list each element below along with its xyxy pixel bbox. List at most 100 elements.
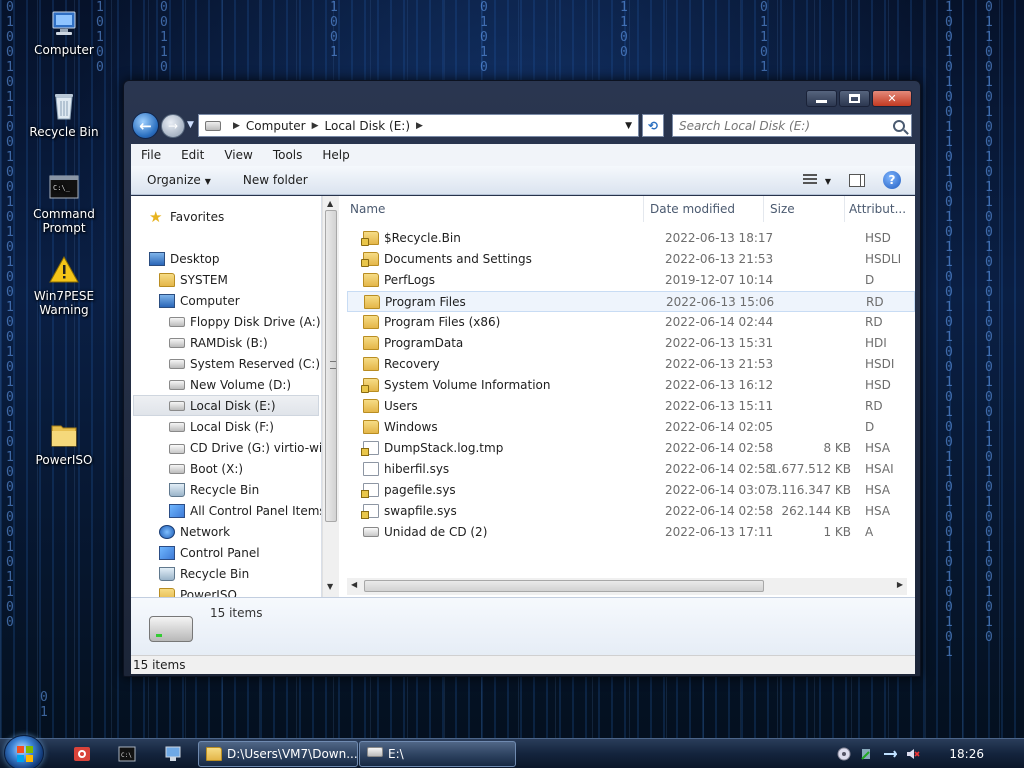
organize-button[interactable]: Organize ▼ [131,173,227,187]
file-row[interactable]: Program Files (x86) 2022-06-14 02:44 RD [347,312,915,333]
nav-drive-d[interactable]: New Volume (D:) [169,374,291,395]
desktop-icon-command-prompt[interactable]: C:\_ Command Prompt [14,172,114,235]
chevron-down-icon: ▼ [824,177,831,186]
menu-file[interactable]: File [131,148,171,162]
forward-button[interactable]: → [161,114,185,138]
nav-drive-g[interactable]: CD Drive (G:) virtio-win- [169,437,321,458]
file-row[interactable]: hiberfil.sys 2022-06-14 02:58 1.677.512 KB… [347,459,915,480]
scroll-right-icon[interactable]: ▶ [897,580,903,589]
nav-poweriso[interactable]: PowerISO [159,584,237,597]
menu-help[interactable]: Help [312,148,359,162]
search-input[interactable] [679,118,893,133]
nav-desktop[interactable]: Desktop [149,248,220,269]
safely-remove-hardware-icon[interactable] [859,747,873,761]
desktop-icon-warning[interactable]: Win7PESE Warning [14,254,114,317]
chevron-down-icon: ▼ [204,177,211,186]
file-row[interactable]: Recovery 2022-06-13 21:53 HSDI [347,354,915,375]
nav-drive-f[interactable]: Local Disk (F:) [169,416,274,437]
file-row[interactable]: Unidad de CD (2) 2022-06-13 17:11 1 KB A [347,522,915,543]
nav-drive-e[interactable]: Local Disk (E:) [133,395,319,416]
details-item-count: 15 items [210,606,263,620]
desktop-icon-poweriso[interactable]: PowerISO [14,418,114,467]
help-icon[interactable]: ? [883,171,901,189]
minimize-button[interactable] [806,90,837,107]
file-row[interactable]: $Recycle.Bin 2022-06-13 18:17 HSD [347,228,915,249]
nav-computer-recycle-bin[interactable]: Recycle Bin [169,479,259,500]
organize-label: Organize [147,173,201,187]
file-row[interactable]: Program Files 2022-06-13 15:06 RD [347,291,915,312]
change-view-button[interactable]: ▼ [803,173,831,187]
menu-view[interactable]: View [214,148,262,162]
column-header-name[interactable]: Name ^ [347,196,644,222]
search-box[interactable] [672,114,912,137]
desktop-icon-computer[interactable]: Computer [14,8,114,57]
close-button[interactable]: ✕ [872,90,912,107]
file-name: Unidad de CD (2) [384,525,488,539]
file-name: Documents and Settings [384,252,532,266]
back-button[interactable]: ← [132,112,159,139]
scrollbar-thumb[interactable] [325,210,337,522]
new-folder-label: New folder [242,173,308,187]
clock[interactable]: 18:26 [949,747,984,761]
preview-pane-button[interactable] [849,173,865,187]
column-header-size[interactable]: Size [767,196,845,222]
maximize-button[interactable] [839,90,870,107]
nav-drive-a[interactable]: Floppy Disk Drive (A:) [169,311,321,332]
file-attributes: HSAI [865,462,894,476]
column-header-attributes[interactable]: Attribut... [846,196,915,222]
scroll-up-icon[interactable]: ▲ [327,199,333,208]
address-bar[interactable]: ▶ Computer ▶ Local Disk (E:) ▶ ▼ [198,114,639,137]
network-tray-icon[interactable] [883,747,897,761]
search-icon[interactable] [893,119,905,132]
new-folder-button[interactable]: New folder [227,173,324,187]
nav-computer[interactable]: Computer [159,290,240,311]
refresh-button[interactable]: ⟲ [642,114,664,137]
scroll-down-icon[interactable]: ▼ [327,582,333,591]
volume-muted-icon[interactable] [906,747,920,761]
nav-drive-x[interactable]: Boot (X:) [169,458,243,479]
chevron-down-icon[interactable]: ▼ [625,121,632,131]
nav-favorites[interactable]: ★ Favorites [149,206,224,227]
file-row[interactable]: System Volume Information 2022-06-13 16:1… [347,375,915,396]
nav-recycle-bin[interactable]: Recycle Bin [159,563,249,584]
file-row[interactable]: PerfLogs 2019-12-07 10:14 D [347,270,915,291]
nav-drive-b[interactable]: RAMDisk (B:) [169,332,268,353]
scrollbar-thumb[interactable] [364,580,764,592]
command-prompt-icon[interactable]: C:\ [118,745,136,763]
network-settings-icon[interactable] [164,745,182,763]
menu-tools[interactable]: Tools [263,148,313,162]
nav-drive-c[interactable]: System Reserved (C:) [169,353,320,374]
matrix-decoration: 0 0 1 1 0 [160,0,168,75]
file-row[interactable]: Windows 2022-06-14 02:05 D [347,417,915,438]
media-player-icon[interactable] [73,745,91,763]
nav-label: Network [180,524,231,539]
recent-pages-dropdown[interactable]: ▼ [187,120,194,130]
taskbar-item-downloads[interactable]: D:\Users\VM7\Down... [198,741,358,767]
horizontal-scrollbar[interactable]: ◀ ▶ [347,578,907,595]
nav-network[interactable]: Network [159,521,230,542]
file-row[interactable]: Documents and Settings 2022-06-13 21:53 HS… [347,249,915,270]
nav-all-control-panel-items[interactable]: All Control Panel Items [169,500,321,521]
nav-control-panel[interactable]: Control Panel [159,542,260,563]
file-row[interactable]: swapfile.sys 2022-06-14 02:58 262.144 KB HS… [347,501,915,522]
menu-edit[interactable]: Edit [171,148,214,162]
file-row[interactable]: ProgramData 2022-06-13 15:31 HDI [347,333,915,354]
breadcrumb-computer[interactable]: Computer [246,119,306,133]
taskbar-item-e-drive[interactable]: E:\ [359,741,516,767]
file-row[interactable]: pagefile.sys 2022-06-14 03:07 3.116.347 KB… [347,480,915,501]
chevron-right-icon[interactable]: ▶ [233,121,240,131]
breadcrumb-local-disk[interactable]: Local Disk (E:) [325,119,411,133]
chevron-right-icon[interactable]: ▶ [416,121,423,131]
drive-icon [149,616,193,642]
drive-icon [169,400,185,411]
navigation-scrollbar[interactable]: ▲ ▼ [322,196,339,597]
desktop-icon-recycle-bin[interactable]: Recycle Bin [14,90,114,139]
file-row[interactable]: DumpStack.log.tmp 2022-06-14 02:58 8 KB HSA [347,438,915,459]
nav-system[interactable]: SYSTEM [159,269,228,290]
cd-icon[interactable] [837,747,851,761]
file-row[interactable]: Users 2022-06-13 15:11 RD [347,396,915,417]
chevron-right-icon[interactable]: ▶ [312,121,319,131]
scroll-left-icon[interactable]: ◀ [351,580,357,589]
start-button[interactable] [4,735,44,768]
column-header-date[interactable]: Date modified [647,196,764,222]
